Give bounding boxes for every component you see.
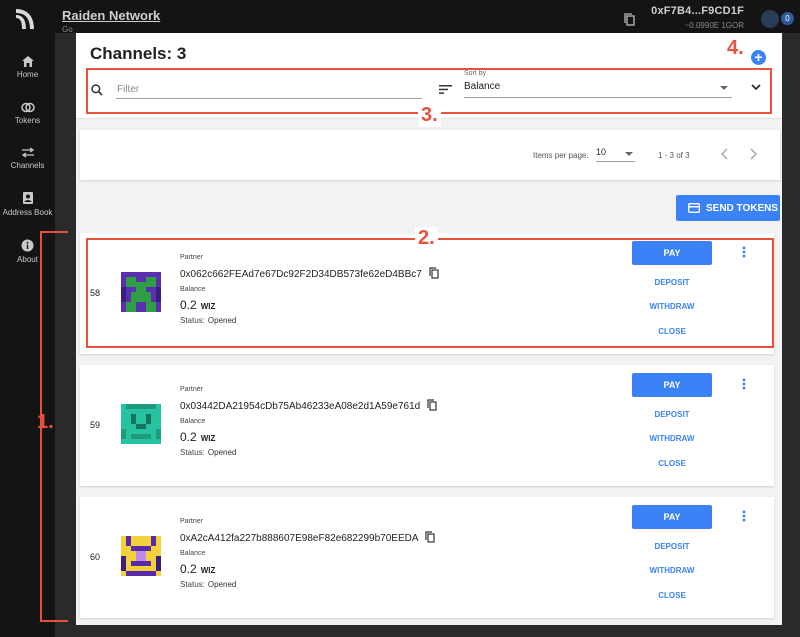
account-balance: ~0.0990E 1GOR	[684, 21, 744, 30]
raiden-logo	[16, 9, 34, 29]
sidebar-item-address-book[interactable]: Address Book	[0, 191, 55, 217]
sidebar-item-channels[interactable]: Channels	[0, 147, 55, 170]
chevron-left-icon[interactable]	[720, 147, 730, 161]
app-title[interactable]: Raiden Network	[62, 8, 160, 23]
channels-icon	[21, 147, 34, 158]
sidebar-item-label: Address Book	[2, 208, 53, 217]
status-label: Status:	[180, 448, 205, 457]
modal-backdrop	[782, 33, 800, 637]
channel-status: Status: Opened	[180, 580, 236, 589]
modal-backdrop	[55, 625, 800, 637]
deposit-button[interactable]: DEPOSIT	[632, 542, 712, 551]
balance-value: 0.2	[180, 562, 197, 576]
partner-label: Partner	[180, 386, 203, 393]
more-vert-icon[interactable]	[742, 510, 746, 522]
avatar[interactable]	[761, 10, 779, 28]
copy-icon[interactable]	[624, 13, 635, 26]
sidebar-item-label: Channels	[10, 161, 45, 170]
token-symbol: WIZ	[200, 566, 216, 575]
annotation-box-2	[86, 238, 774, 348]
items-per-page-value: 10	[596, 147, 607, 157]
withdraw-button[interactable]: WITHDRAW	[632, 434, 712, 443]
tokens-icon	[20, 102, 35, 113]
status-label: Status:	[180, 580, 205, 589]
sidebar-item-label: Tokens	[14, 116, 41, 125]
partner-address-text: 0xA2cA412fa227b888607E98eF82e682299b70EE…	[180, 533, 418, 544]
channel-status: Status: Opened	[180, 448, 236, 457]
partner-identicon	[121, 404, 161, 444]
channel-id: 60	[90, 552, 101, 562]
annotation-label-1: 1.	[37, 411, 54, 433]
sidebar-item-label: Home	[16, 70, 39, 79]
items-per-page-label: Items per page:	[533, 151, 589, 160]
account-address: 0xF7B4...F9CD1F	[651, 5, 744, 17]
channel-balance: 0.2 WIZ	[180, 430, 215, 444]
add-channel-button[interactable]: +	[751, 50, 766, 65]
credit-card-icon	[688, 203, 700, 213]
balance-label: Balance	[180, 418, 206, 425]
page-title: Channels: 3	[90, 44, 187, 63]
withdraw-button[interactable]: WITHDRAW	[632, 566, 712, 575]
send-tokens-button[interactable]: SEND TOKENS	[676, 195, 780, 221]
send-tokens-label: SEND TOKENS	[706, 203, 779, 214]
partner-address: 0xA2cA412fa227b888607E98eF82e682299b70EE…	[180, 531, 435, 544]
partner-label: Partner	[180, 518, 203, 525]
page-range: 1 - 3 of 3	[658, 151, 690, 160]
info-icon	[21, 239, 34, 252]
status-value: Opened	[207, 448, 237, 457]
items-per-page-select[interactable]: 10	[596, 147, 635, 162]
sidebar-item-home[interactable]: Home	[0, 56, 55, 79]
sidebar-item-tokens[interactable]: Tokens	[0, 102, 55, 125]
token-symbol: WIZ	[200, 434, 216, 443]
home-icon	[21, 56, 34, 67]
partner-identicon	[121, 536, 161, 576]
paginator: Items per page: 10 1 - 3 of 3	[80, 130, 780, 180]
status-value: Opened	[207, 580, 237, 589]
pay-button[interactable]: PAY	[632, 505, 712, 529]
channel-card: 59 Partner 0x03442DA21954cDb75Ab46233eA0…	[80, 365, 774, 486]
address-book-icon	[22, 192, 33, 204]
chevron-right-icon[interactable]	[748, 147, 758, 161]
annotation-label-3: 3.	[418, 104, 441, 127]
balance-label: Balance	[180, 550, 206, 557]
pay-button[interactable]: PAY	[632, 373, 712, 397]
more-vert-icon[interactable]	[742, 378, 746, 390]
dropdown-arrow-icon	[625, 152, 633, 156]
balance-value: 0.2	[180, 430, 197, 444]
channel-card: 60 Partner 0xA2cA412fa227b888607E98eF82e…	[80, 497, 774, 618]
annotation-label-2: 2.	[415, 227, 438, 250]
partner-address-text: 0x03442DA21954cDb75Ab46233eA08e2d1A59e76…	[180, 401, 421, 412]
copy-icon[interactable]	[427, 399, 437, 411]
notification-badge[interactable]: 0	[781, 12, 794, 25]
top-bar: Raiden Network Go 0xF7B4...F9CD1F ~0.099…	[55, 0, 800, 34]
close-button[interactable]: CLOSE	[632, 591, 712, 600]
channel-balance: 0.2 WIZ	[180, 562, 215, 576]
annotation-label-4: 4.	[727, 37, 744, 59]
deposit-button[interactable]: DEPOSIT	[632, 410, 712, 419]
close-button[interactable]: CLOSE	[632, 459, 712, 468]
sidebar-item-label: About	[17, 255, 38, 264]
copy-icon[interactable]	[425, 531, 435, 543]
channel-id: 59	[90, 420, 101, 430]
partner-address: 0x03442DA21954cDb75Ab46233eA08e2d1A59e76…	[180, 399, 437, 412]
